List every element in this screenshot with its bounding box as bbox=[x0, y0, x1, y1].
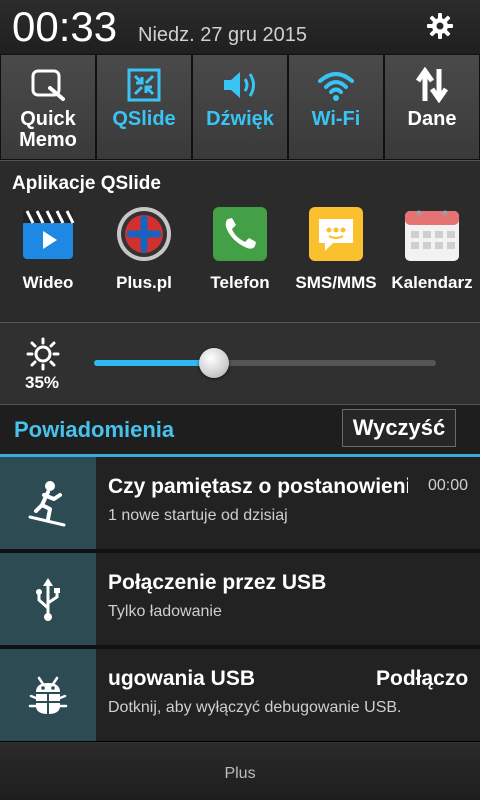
skier-icon bbox=[28, 481, 66, 527]
carrier-footer: Plus bbox=[0, 742, 480, 800]
carrier-label: Plus bbox=[224, 765, 256, 782]
notification-icon-box bbox=[0, 649, 96, 741]
notification-title: Połączenie przez USB bbox=[108, 571, 327, 594]
brightness-slider[interactable] bbox=[94, 348, 436, 378]
data-arrows-icon bbox=[415, 67, 449, 103]
toggle-sound[interactable]: Dźwięk bbox=[193, 55, 287, 159]
wifi-icon bbox=[318, 72, 354, 101]
notification-icon-box bbox=[0, 457, 96, 549]
brightness-slider-fill bbox=[94, 360, 214, 366]
status-bar: 00:33 Niedz. 27 gru 2015 bbox=[0, 0, 480, 54]
usb-icon bbox=[36, 578, 60, 621]
phone-app-icon bbox=[213, 207, 267, 261]
notification-subtitle: Tylko ładowanie bbox=[108, 603, 222, 620]
notifications-title: Powiadomienia bbox=[14, 417, 175, 442]
sms-app-icon bbox=[309, 207, 363, 261]
toggle-wifi[interactable]: Wi-Fi bbox=[289, 55, 383, 159]
gear-icon bbox=[427, 13, 453, 39]
toggle-label: Dane bbox=[407, 108, 457, 130]
toggle-quick-memo[interactable]: Quick Memo bbox=[1, 55, 95, 159]
video-app-icon bbox=[23, 210, 75, 259]
notification-subtitle: 1 nowe startuje od dzisiaj bbox=[108, 507, 288, 524]
quick-memo-icon bbox=[31, 69, 65, 101]
android-debug-icon bbox=[28, 676, 68, 714]
toggle-label-line2: Memo bbox=[19, 129, 77, 151]
toggle-label: Dźwięk bbox=[206, 108, 274, 130]
notification-title: ugowania USB bbox=[108, 667, 256, 690]
notifications-header: Powiadomienia Wyczyść bbox=[0, 404, 480, 454]
notification-icon-box bbox=[0, 553, 96, 645]
toggle-label: Quick bbox=[20, 108, 76, 130]
volume-icon bbox=[224, 72, 255, 98]
clear-notifications-button[interactable]: Wyczyść bbox=[342, 409, 456, 447]
notification-item[interactable]: Czy pamiętasz o postanowieniu 1 nowe sta… bbox=[0, 457, 480, 549]
settings-button[interactable] bbox=[426, 12, 454, 40]
toggle-qslide[interactable]: QSlide bbox=[97, 55, 191, 159]
notification-item[interactable]: ugowania USB Podłączo Dotknij, aby wyłąc… bbox=[0, 649, 480, 741]
notification-title-marquee: Podłączo bbox=[376, 667, 468, 690]
plus-app-icon bbox=[117, 207, 171, 261]
brightness-value: 35% bbox=[25, 373, 60, 392]
date: Niedz. 27 gru 2015 bbox=[138, 24, 308, 46]
toggle-data[interactable]: Dane bbox=[385, 55, 479, 159]
qslide-title: Aplikacje QSlide bbox=[12, 173, 161, 194]
app-label: Plus.pl bbox=[116, 273, 172, 292]
notification-item[interactable]: Połączenie przez USB Tylko ładowanie bbox=[0, 553, 480, 645]
app-calendar[interactable]: Kalendarz bbox=[384, 205, 480, 293]
brightness-panel: 35% bbox=[0, 322, 480, 404]
qslide-icon bbox=[127, 68, 161, 102]
app-video[interactable]: Wideo bbox=[0, 205, 96, 293]
sun-icon bbox=[26, 337, 60, 371]
clock: 00:33 bbox=[12, 3, 118, 50]
toggle-label: QSlide bbox=[112, 108, 176, 130]
notification-subtitle: Dotknij, aby wyłączyć debugowanie USB. bbox=[108, 699, 402, 716]
app-phone[interactable]: Telefon bbox=[192, 205, 288, 293]
app-label: Kalendarz bbox=[391, 273, 473, 292]
qslide-apps-panel: Aplikacje QSlide Wideo Plus.pl Telefon S… bbox=[0, 160, 480, 322]
calendar-app-icon bbox=[405, 210, 459, 261]
app-label: Telefon bbox=[210, 273, 270, 292]
app-sms[interactable]: SMS/MMS bbox=[288, 205, 384, 293]
quick-settings-toggles: Quick Memo QSlide Dźwięk Wi-Fi Dane bbox=[0, 54, 480, 160]
notification-time: 00:00 bbox=[427, 477, 468, 494]
brightness-slider-thumb[interactable] bbox=[199, 348, 229, 378]
toggle-label: Wi-Fi bbox=[311, 108, 361, 130]
app-label: Wideo bbox=[22, 273, 74, 292]
notification-title: Czy pamiętasz o postanowieniu bbox=[108, 475, 408, 498]
app-label: SMS/MMS bbox=[295, 273, 377, 292]
app-plus[interactable]: Plus.pl bbox=[96, 205, 192, 293]
